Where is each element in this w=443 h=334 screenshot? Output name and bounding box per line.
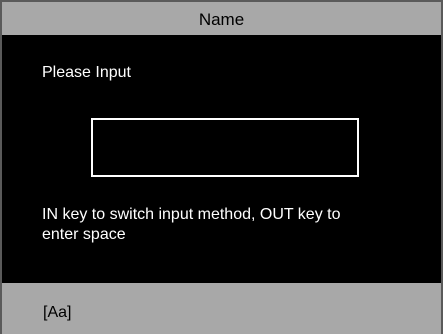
input-prompt-label: Please Input bbox=[42, 64, 131, 81]
window-title: Name bbox=[198, 10, 245, 29]
input-method-indicator: [Aa] bbox=[43, 304, 72, 321]
name-input-field[interactable] bbox=[91, 118, 359, 177]
device-screen: Name Please Input IN key to switch input… bbox=[0, 0, 443, 334]
title-bar: Name bbox=[2, 2, 441, 35]
input-hint-text: IN key to switch input method, OUT key t… bbox=[42, 206, 341, 243]
status-bar: [Aa] bbox=[2, 283, 441, 334]
